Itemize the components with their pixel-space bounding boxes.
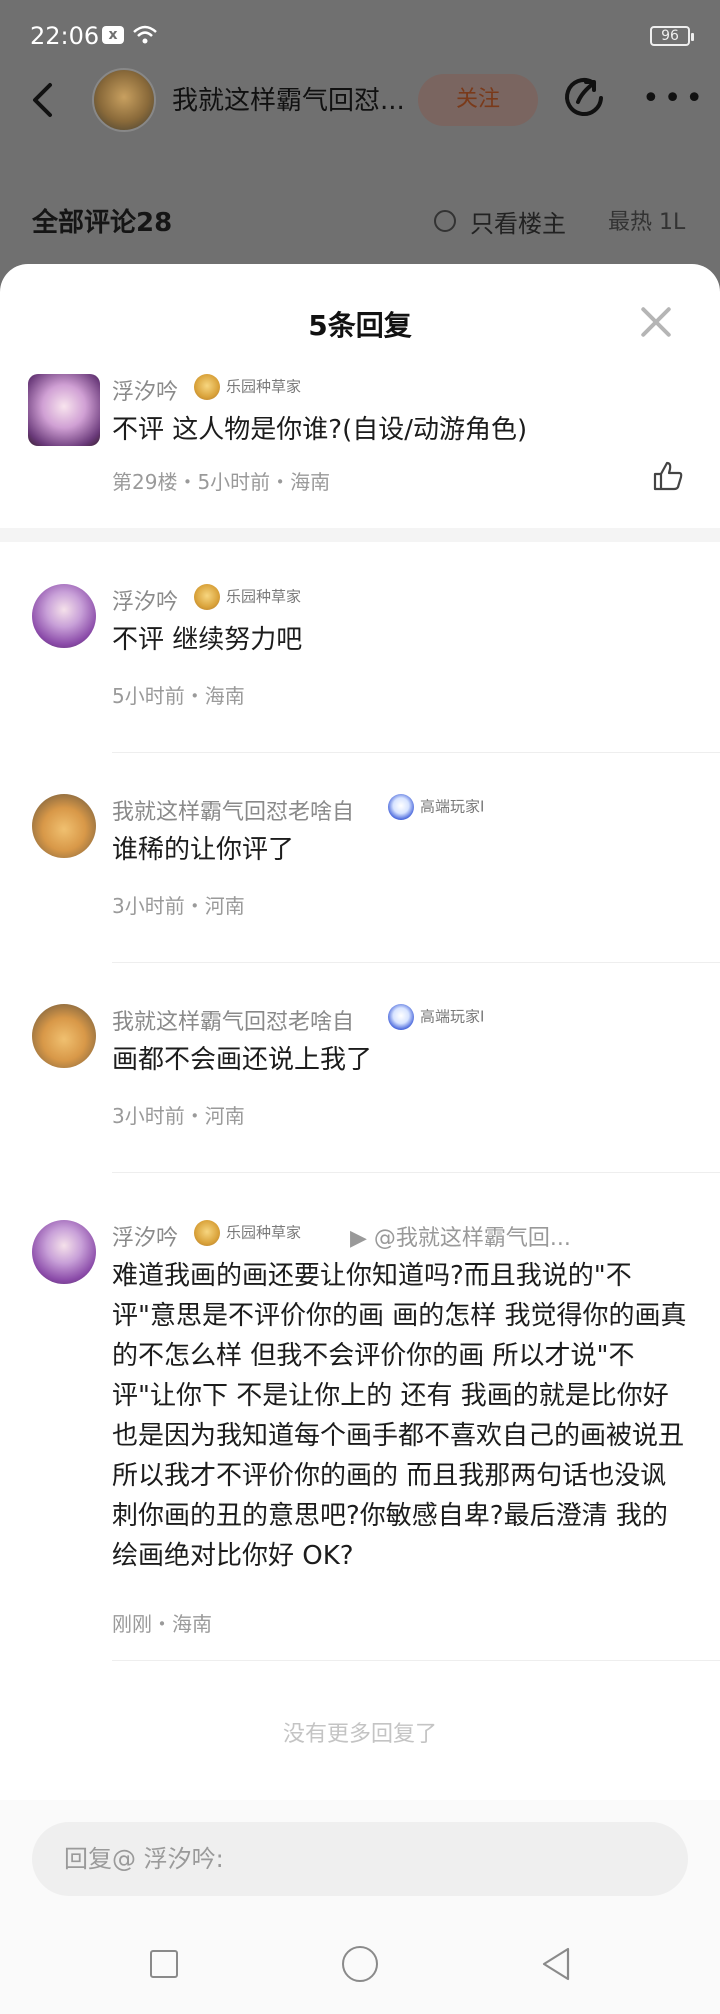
- badge-icon: [194, 374, 220, 400]
- user-badge: 乐园种草家: [194, 584, 301, 610]
- avatar[interactable]: [28, 374, 100, 446]
- only-op-label[interactable]: 只看楼主: [470, 204, 566, 239]
- battery-icon: 96: [650, 26, 694, 46]
- divider: [112, 752, 720, 753]
- comment-author[interactable]: 浮汐吟: [112, 374, 178, 406]
- wifi-icon: [132, 24, 158, 50]
- divider: [112, 1172, 720, 1173]
- reply-text: 谁稀的让你评了: [112, 835, 295, 865]
- more-icon[interactable]: •••: [642, 84, 707, 114]
- reply-author[interactable]: 浮汐吟: [112, 584, 178, 616]
- back-icon[interactable]: [30, 82, 54, 122]
- user-badge: 乐园种草家: [194, 374, 301, 400]
- comment-meta: 第29楼・5小时前・海南: [112, 470, 331, 494]
- avatar[interactable]: [32, 1220, 96, 1284]
- reply-text: 画都不会画还说上我了: [112, 1045, 373, 1075]
- reply-meta: 刚刚・海南: [112, 1612, 212, 1636]
- reply-to-link[interactable]: ▶ @我就这样霸气回...: [350, 1220, 571, 1252]
- avatar[interactable]: [32, 794, 96, 858]
- follow-button[interactable]: 关注: [418, 74, 538, 126]
- user-badge: 乐园种草家: [194, 1220, 301, 1246]
- divider: [112, 962, 720, 963]
- sort-option[interactable]: 最热 1L: [608, 204, 685, 236]
- badge-icon: [194, 584, 220, 610]
- author-avatar[interactable]: [92, 68, 156, 132]
- post-title[interactable]: 我就这样霸气回怼...: [172, 80, 422, 117]
- all-comments-label: 全部评论28: [32, 208, 173, 238]
- reply-footer: 回复@ 浮汐吟:: [0, 1800, 720, 2014]
- user-badge: 高端玩家I: [388, 794, 484, 820]
- avatar[interactable]: [32, 1004, 96, 1068]
- reply-meta: 3小时前・河南: [112, 894, 245, 918]
- section-divider: [0, 528, 720, 542]
- only-op-radio[interactable]: [434, 210, 456, 232]
- badge-icon: [194, 1220, 220, 1246]
- reply-text: 难道我画的画还要让你知道吗?而且我说的"不评"意思是不评价你的画 画的怎样 我觉…: [112, 1261, 687, 1571]
- user-badge: 高端玩家I: [388, 1004, 484, 1030]
- badge-icon: [388, 1004, 414, 1030]
- reply-meta: 5小时前・海南: [112, 684, 245, 708]
- no-more-label: 没有更多回复了: [282, 1722, 437, 1747]
- comments-header: 全部评论28 只看楼主 最热 1L: [0, 180, 720, 260]
- sheet-title: 5条回复: [308, 309, 412, 342]
- share-icon[interactable]: [562, 76, 606, 124]
- notification-icon: x: [102, 26, 124, 44]
- reply-input[interactable]: 回复@ 浮汐吟:: [32, 1822, 688, 1896]
- divider: [112, 1660, 720, 1661]
- home-icon[interactable]: [342, 1946, 378, 1982]
- reply-text: 不评 继续努力吧: [112, 625, 303, 655]
- status-time: 22:06: [30, 22, 100, 50]
- avatar[interactable]: [32, 584, 96, 648]
- comment-text: 不评 这人物是你谁?(自设/动游角色): [112, 415, 528, 445]
- reply-author[interactable]: 我就这样霸气回怼老啥自: [112, 794, 354, 826]
- recent-apps-icon[interactable]: [150, 1950, 178, 1978]
- like-icon[interactable]: [652, 460, 684, 496]
- reply-author[interactable]: 浮汐吟: [112, 1220, 178, 1252]
- close-icon[interactable]: [638, 304, 674, 340]
- nav-back-icon[interactable]: [540, 1946, 572, 1986]
- badge-icon: [388, 794, 414, 820]
- reply-meta: 3小时前・河南: [112, 1104, 245, 1128]
- reply-author[interactable]: 我就这样霸气回怼老啥自: [112, 1004, 354, 1036]
- reply-sheet: 5条回复 浮汐吟 乐园种草家 不评 这人物是你谁?(自设/动游角色) 第29楼・…: [0, 264, 720, 2014]
- top-bar: 我就这样霸气回怼... 关注 •••: [0, 60, 720, 140]
